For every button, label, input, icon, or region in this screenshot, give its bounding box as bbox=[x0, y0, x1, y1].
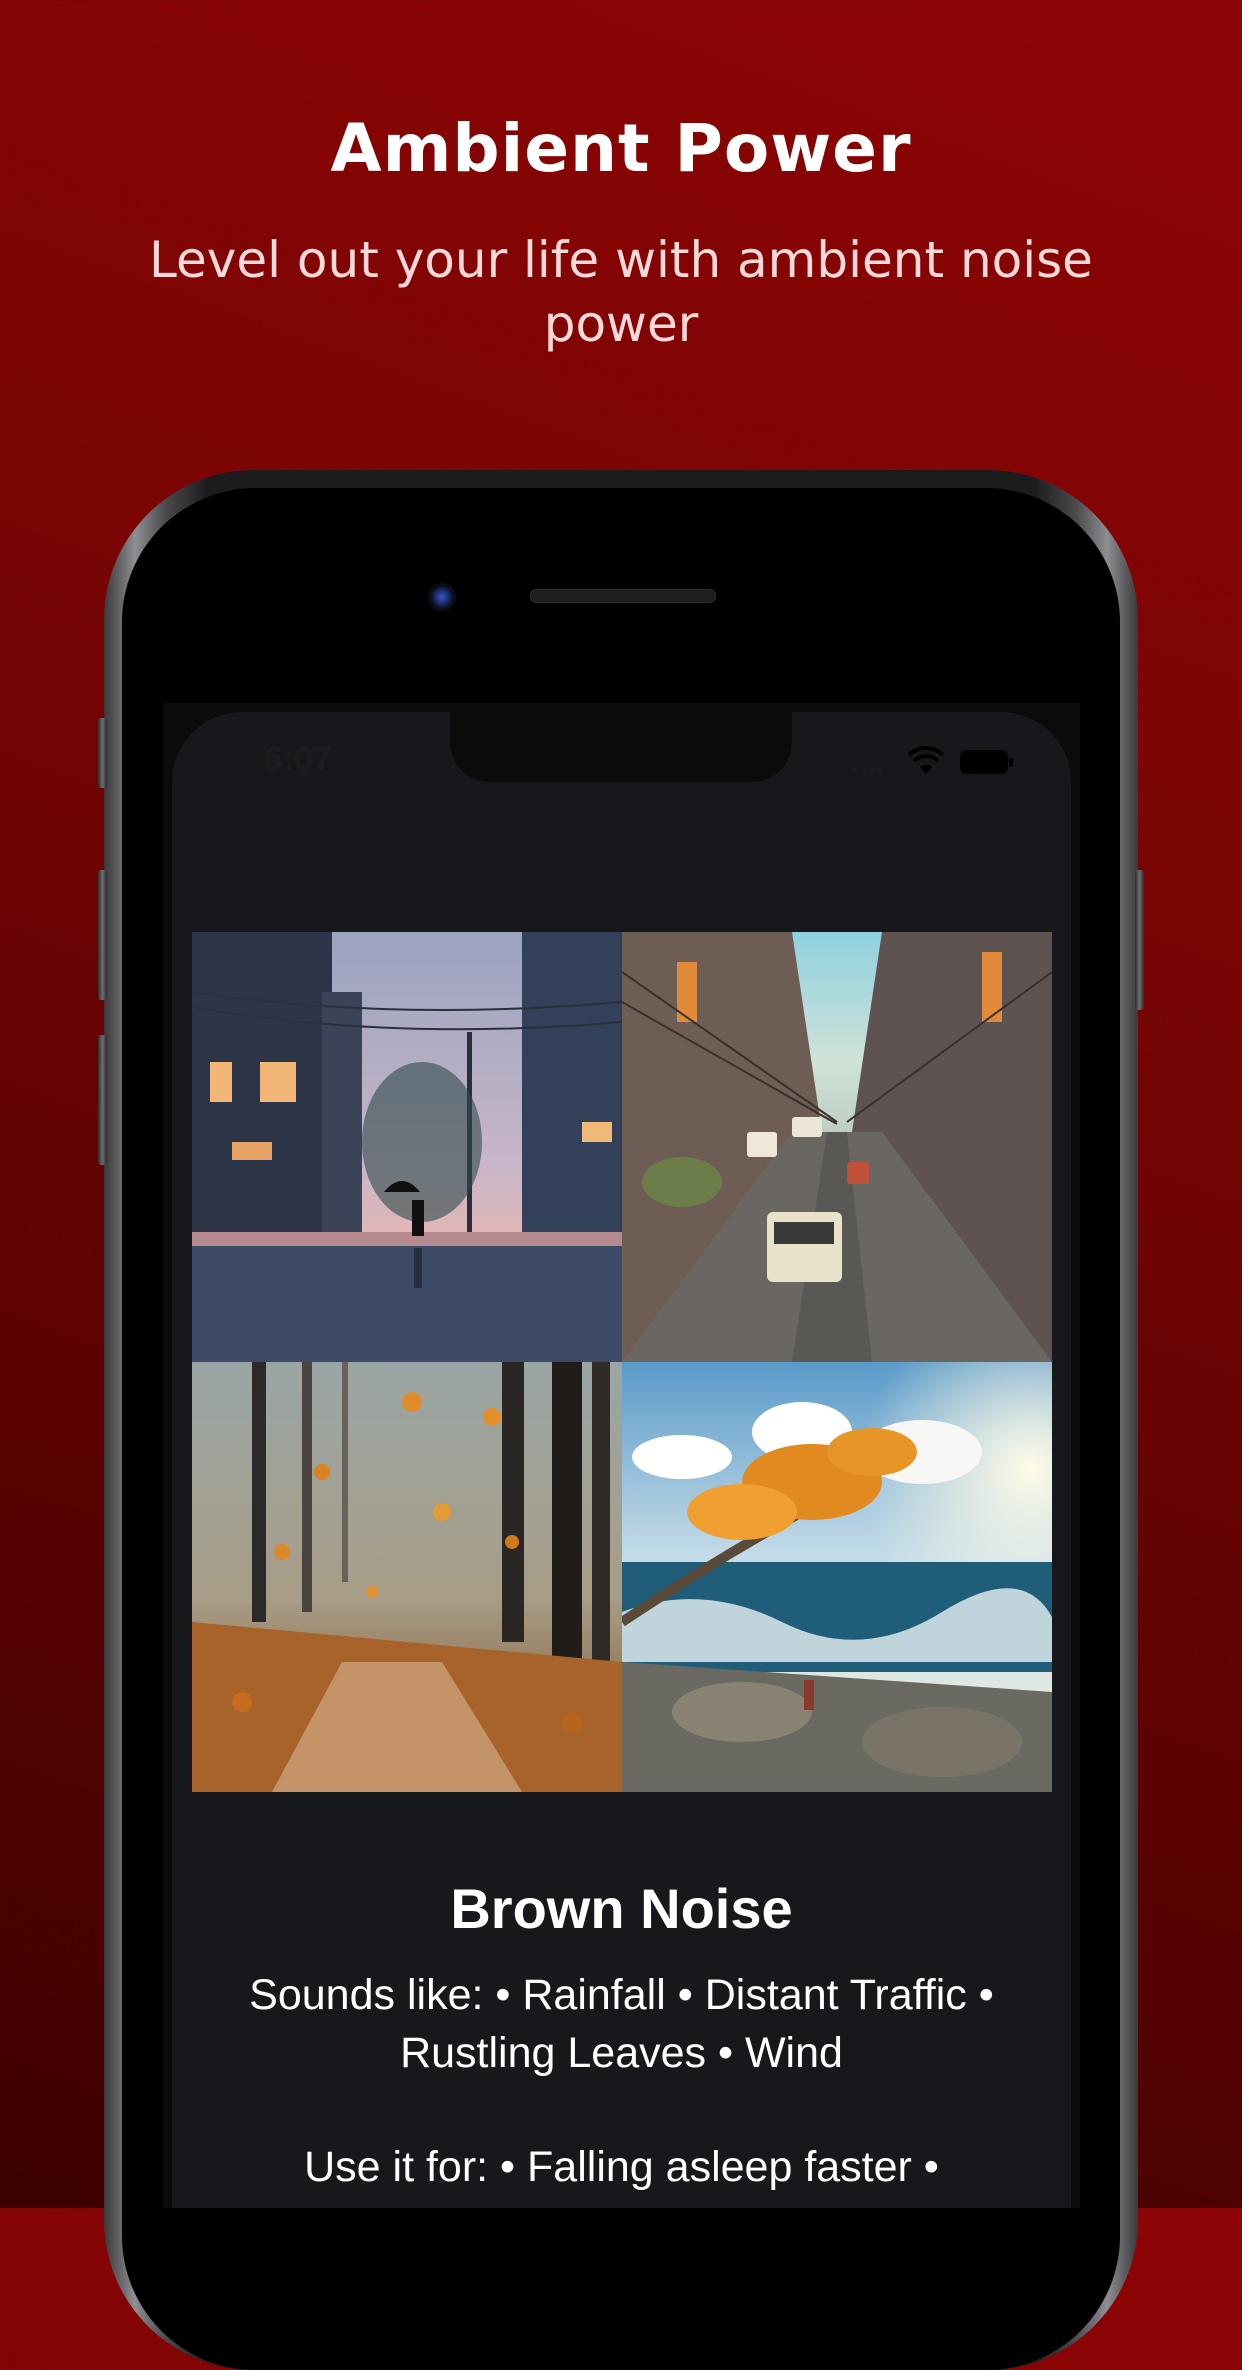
mute-switch bbox=[98, 718, 107, 788]
use-it-for-text: Use it for: • Falling asleep faster • bbox=[304, 2143, 939, 2191]
front-camera bbox=[428, 583, 456, 611]
power-button bbox=[1135, 870, 1144, 1010]
sounds-like-text: Sounds like: • Rainfall • Distant Traffi… bbox=[249, 1971, 994, 2077]
notch bbox=[450, 712, 792, 782]
scene-image-autumn-forest[interactable] bbox=[192, 1362, 622, 1792]
scene-image-windy-coast[interactable] bbox=[622, 1362, 1052, 1792]
sound-description: Sounds like: • Rainfall • Distant Traffi… bbox=[200, 1966, 1043, 2252]
battery-icon bbox=[960, 750, 1013, 774]
cellular-signal-icon: •••• bbox=[852, 760, 886, 780]
wifi-icon bbox=[908, 746, 944, 774]
earpiece-speaker bbox=[530, 589, 716, 603]
scene-image-rainy-street[interactable] bbox=[192, 932, 622, 1362]
hero-title: Ambient Power bbox=[330, 110, 912, 187]
volume-up-button bbox=[98, 870, 107, 1000]
status-icons: •••• bbox=[852, 746, 1013, 780]
status-time: 6:07 bbox=[264, 740, 333, 778]
sound-title: Brown Noise bbox=[450, 1877, 793, 1940]
scene-grid bbox=[192, 932, 1052, 1792]
scene-image-city-traffic[interactable] bbox=[622, 932, 1052, 1362]
volume-down-button bbox=[98, 1035, 107, 1165]
hero-subtitle: Level out your life with ambient noise p… bbox=[149, 231, 1093, 353]
